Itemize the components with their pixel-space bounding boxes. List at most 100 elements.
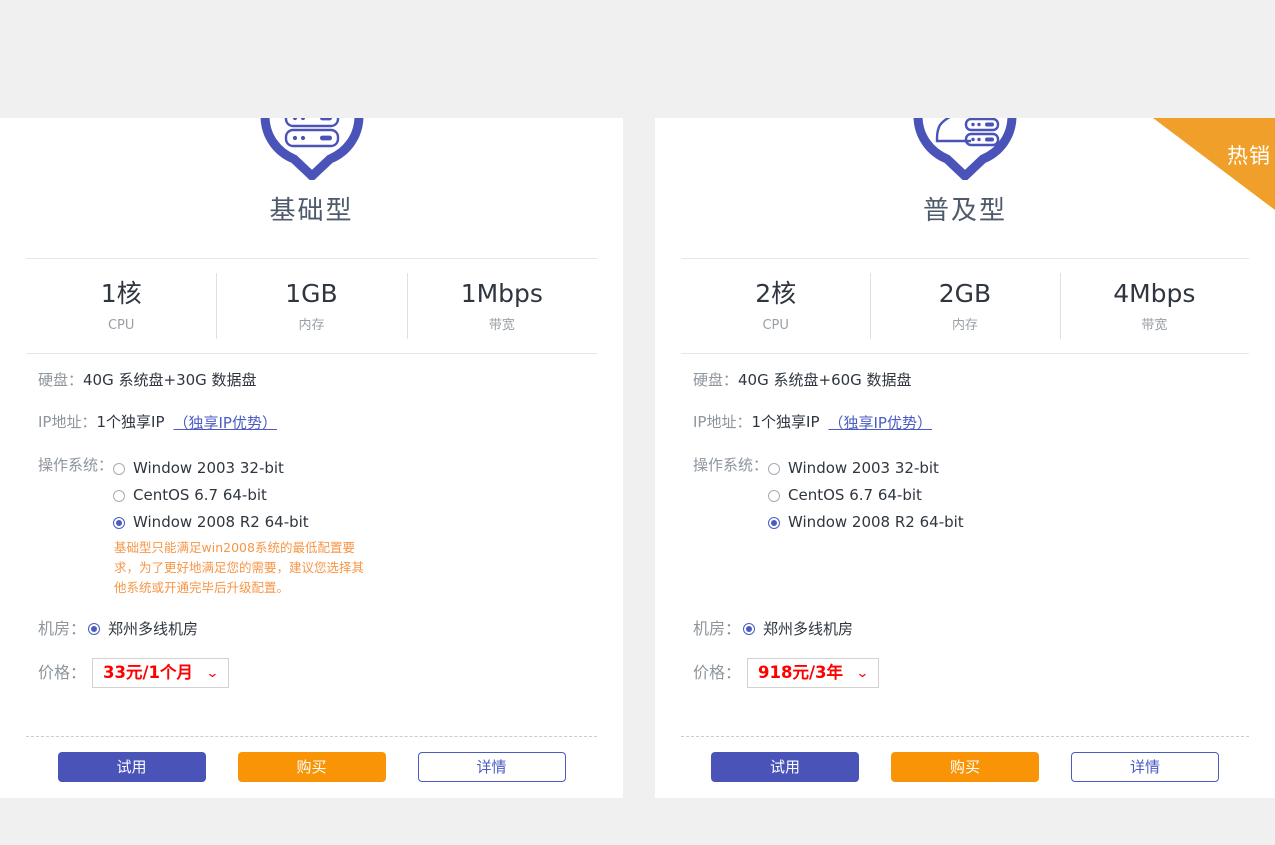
detail-button[interactable]: 详情 [1071,752,1219,782]
radio-win2003[interactable] [768,462,781,475]
server-rack-pin-icon [258,118,366,180]
ribbon-label: 热销 [1227,144,1271,168]
spec-bandwidth-value: 4Mbps [1113,278,1196,308]
price-select[interactable]: 918元/3年 ⌄ [747,658,879,688]
spec-memory-label: 内存 [298,317,325,333]
user-server-pin-icon [911,118,1019,180]
price-select[interactable]: 33元/1个月 ⌄ [92,658,229,688]
spec-cpu-value: 2核 [755,278,797,308]
spec-cpu: 1核 CPU [26,259,216,353]
plan-title: 普及型 [922,196,1007,226]
os-label: 操作系统： [693,456,769,474]
radio-win2003[interactable] [113,462,126,475]
plan-bottom: 机房： 郑州多线机房 价格： 918元/3年 ⌄ [693,618,1249,688]
price-row: 价格： 33元/1个月 ⌄ [38,658,597,688]
os-row: 操作系统： Window 2003 32-bit CentOS 6.7 64-b… [693,455,1249,536]
ip-label: IP地址： [693,413,752,431]
plan-details: 硬盘： 40G 系统盘+30G 数据盘 IP地址： 1个独享IP （独享IP优势… [38,370,597,620]
trial-button[interactable]: 试用 [57,752,206,782]
os-row: 操作系统： Window 2003 32-bit CentOS 6.7 64-b… [38,455,597,598]
price-row: 价格： 918元/3年 ⌄ [693,658,1249,688]
plan-card-basic: 基础型 1核 CPU 1GB 内存 1Mbps 带宽 硬盘： 40G 系统盘+3… [0,118,623,798]
os-option-win2008[interactable]: Window 2008 R2 64-bit [768,509,964,536]
os-option-label: CentOS 6.7 64-bit [788,486,922,504]
price-label: 价格： [693,663,742,682]
os-option-label: Window 2008 R2 64-bit [788,513,964,531]
os-options-list: Window 2003 32-bit CentOS 6.7 64-bit Win… [768,455,964,536]
plan-card-popular: 热销 普及型 2核 CPU 2GB 内存 4Mbps 带宽 硬盘： 40G 系统… [655,118,1275,798]
datacenter-value: 郑州多线机房 [108,620,199,638]
plan-details: 硬盘： 40G 系统盘+60G 数据盘 IP地址： 1个独享IP （独享IP优势… [693,370,1249,558]
spec-cpu-value: 1核 [100,278,142,308]
radio-datacenter[interactable] [743,622,756,635]
ip-label: IP地址： [38,413,97,431]
ip-value: 1个独享IP [751,413,820,431]
detail-button[interactable]: 详情 [417,752,566,782]
hot-sale-ribbon: 热销 [1153,118,1275,210]
spec-cpu: 2核 CPU [681,259,870,353]
disk-row: 硬盘： 40G 系统盘+60G 数据盘 [693,370,1249,390]
spec-bandwidth-value: 1Mbps [460,278,543,308]
plan-title: 基础型 [269,196,354,226]
buy-button[interactable]: 购买 [891,752,1039,782]
ip-row: IP地址： 1个独享IP （独享IP优势） [38,412,597,433]
price-value: 918元/3年 [758,662,843,682]
spec-cpu-label: CPU [762,317,789,333]
radio-win2008[interactable] [113,516,126,529]
os-option-centos[interactable]: CentOS 6.7 64-bit [113,482,364,509]
datacenter-row: 机房： 郑州多线机房 [693,618,1249,639]
trial-button[interactable]: 试用 [711,752,859,782]
spec-bandwidth: 1Mbps 带宽 [406,259,597,353]
ip-advantage-link[interactable]: （独享IP优势） [174,412,277,433]
price-label: 价格： [38,663,87,682]
os-options-list: Window 2003 32-bit CentOS 6.7 64-bit Win… [113,455,364,598]
pricing-plans-stage: 基础型 1核 CPU 1GB 内存 1Mbps 带宽 硬盘： 40G 系统盘+3… [0,0,1275,845]
disk-label: 硬盘： [693,371,739,389]
os-option-win2003[interactable]: Window 2003 32-bit [768,455,964,482]
radio-centos[interactable] [768,489,781,502]
disk-label: 硬盘： [38,371,84,389]
os-option-label: Window 2003 32-bit [788,459,939,477]
ip-advantage-link[interactable]: （独享IP优势） [829,412,932,433]
datacenter-label: 机房： [38,618,87,638]
radio-datacenter[interactable] [88,622,101,635]
datacenter-value: 郑州多线机房 [763,620,854,638]
disk-row: 硬盘： 40G 系统盘+30G 数据盘 [38,370,597,390]
disk-value: 40G 系统盘+30G 数据盘 [83,371,257,389]
spec-memory: 2GB 内存 [870,259,1059,353]
spec-bandwidth-label: 带宽 [488,317,515,333]
spec-row: 2核 CPU 2GB 内存 4Mbps 带宽 [681,258,1249,354]
spec-memory-value: 1GB [285,278,338,308]
ip-value: 1个独享IP [96,413,165,431]
os-label: 操作系统： [38,456,114,474]
disk-value: 40G 系统盘+60G 数据盘 [738,371,912,389]
os-option-win2003[interactable]: Window 2003 32-bit [113,455,364,482]
chevron-down-icon: ⌄ [855,665,870,681]
os-option-label: Window 2008 R2 64-bit [133,513,309,531]
actions-divider [681,736,1249,737]
ip-row: IP地址： 1个独享IP （独享IP优势） [693,412,1249,433]
plan-bottom: 机房： 郑州多线机房 价格： 33元/1个月 ⌄ [38,618,597,688]
spec-cpu-label: CPU [107,317,135,333]
price-value: 33元/1个月 [103,662,193,682]
spec-memory-label: 内存 [951,317,978,333]
os-option-label: Window 2003 32-bit [133,459,284,477]
ribbon-triangle [1153,118,1275,210]
spec-bandwidth: 4Mbps 带宽 [1059,259,1249,353]
spec-memory-value: 2GB [938,278,992,308]
spec-row: 1核 CPU 1GB 内存 1Mbps 带宽 [26,258,597,354]
actions-divider [26,736,597,737]
radio-centos[interactable] [113,489,126,502]
os-option-win2008[interactable]: Window 2008 R2 64-bit [113,509,364,536]
spec-memory: 1GB 内存 [216,259,406,353]
plan-actions: 试用 购买 详情 [681,752,1249,782]
spec-bandwidth-label: 带宽 [1141,317,1168,333]
radio-win2008[interactable] [768,516,781,529]
datacenter-row: 机房： 郑州多线机房 [38,618,597,639]
chevron-down-icon: ⌄ [205,665,220,681]
plan-actions: 试用 购买 详情 [26,752,597,782]
datacenter-label: 机房： [693,618,742,638]
buy-button[interactable]: 购买 [237,752,386,782]
os-option-label: CentOS 6.7 64-bit [133,486,267,504]
os-option-centos[interactable]: CentOS 6.7 64-bit [768,482,964,509]
